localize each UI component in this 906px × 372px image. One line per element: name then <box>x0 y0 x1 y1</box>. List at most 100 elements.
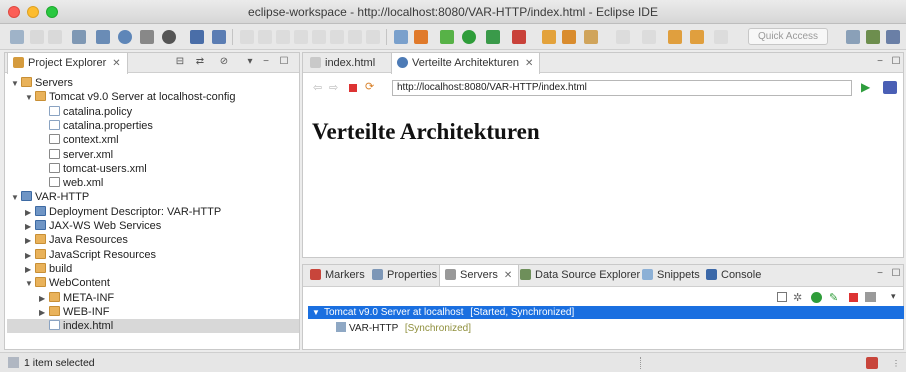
close-icon[interactable]: ✕ <box>504 270 512 281</box>
tree-item[interactable]: ▶ META-INF <box>39 291 114 305</box>
open-type-icon[interactable] <box>72 30 86 44</box>
tree-item[interactable]: ▼ WebContent <box>25 276 110 290</box>
quick-access-input[interactable]: Quick Access <box>748 28 828 45</box>
stop-server-icon[interactable] <box>849 293 858 302</box>
suspend-icon[interactable] <box>258 30 272 44</box>
maximize-icon[interactable]: ☐ <box>279 57 289 67</box>
close-icon[interactable]: ✕ <box>525 58 533 69</box>
tab-markers[interactable]: Markers <box>305 265 371 285</box>
globe-icon[interactable] <box>118 30 132 44</box>
expand-arrow-icon[interactable]: ▼ <box>11 77 21 91</box>
pointer-icon[interactable] <box>212 30 226 44</box>
filter-icon[interactable]: ⊘ <box>219 57 229 67</box>
view-menu-icon[interactable]: ▾ <box>245 57 255 67</box>
minimize-icon[interactable]: − <box>875 57 885 67</box>
run-icon[interactable] <box>462 30 476 44</box>
tree-item[interactable]: ▼ Servers <box>11 76 73 90</box>
collapse-all-icon[interactable]: ⊟ <box>175 57 185 67</box>
step-into-icon[interactable] <box>312 30 326 44</box>
debug-perspective-icon[interactable] <box>886 30 900 44</box>
maximize-icon[interactable]: ☐ <box>891 269 901 279</box>
java-ee-perspective-icon[interactable] <box>866 30 880 44</box>
forward-icon[interactable] <box>690 30 704 44</box>
tab-servers[interactable]: Servers ✕ <box>439 265 520 286</box>
terminate-icon[interactable] <box>276 30 290 44</box>
server-row-tomcat[interactable]: ▼ Tomcat v9.0 Server at localhost [Start… <box>308 306 904 319</box>
tree-item[interactable]: index.html <box>7 319 299 334</box>
forward-icon[interactable]: ⇨ <box>329 81 338 94</box>
tools-icon[interactable] <box>414 30 428 44</box>
status-menu-icon[interactable]: ⋮ <box>892 359 900 368</box>
resume-icon[interactable] <box>240 30 254 44</box>
tree-item[interactable]: catalina.properties <box>39 119 153 133</box>
minimize-icon[interactable]: − <box>261 57 271 67</box>
debug-server-icon[interactable]: ✲ <box>793 291 802 304</box>
new-icon[interactable] <box>10 30 24 44</box>
tab-properties[interactable]: Properties <box>367 265 443 285</box>
save-all-icon[interactable] <box>48 30 62 44</box>
tree-item[interactable]: tomcat-users.xml <box>39 162 147 176</box>
minimize-icon[interactable]: − <box>875 269 885 279</box>
collapse-arrow-icon[interactable]: ▶ <box>25 234 35 248</box>
tree-item[interactable]: ▶ Deployment Descriptor: VAR-HTTP <box>25 205 221 219</box>
collapse-arrow-icon[interactable]: ▶ <box>25 220 35 234</box>
monitor-icon[interactable] <box>190 30 204 44</box>
new-class-icon[interactable] <box>562 30 576 44</box>
tree-item[interactable]: server.xml <box>39 148 113 162</box>
tab-index-html[interactable]: index.html <box>305 53 381 73</box>
tree-item[interactable]: ▶ JavaScript Resources <box>25 248 156 262</box>
module-row-var-http[interactable]: VAR-HTTP [Synchronized] <box>336 322 471 335</box>
open-perspective-icon[interactable] <box>846 30 860 44</box>
eclipse-icon[interactable] <box>883 81 897 94</box>
disconnect-icon[interactable] <box>294 30 308 44</box>
tree-item[interactable]: ▶ JAX-WS Web Services <box>25 219 161 233</box>
tree-item[interactable]: ▼ VAR-HTTP <box>11 190 89 204</box>
tab-snippets[interactable]: Snippets <box>637 265 706 285</box>
view-menu-icon[interactable]: ▾ <box>891 291 896 302</box>
close-icon[interactable]: ✕ <box>112 58 120 69</box>
coverage-icon[interactable] <box>512 30 526 44</box>
new-package-icon[interactable] <box>542 30 556 44</box>
expand-arrow-icon[interactable]: ▼ <box>25 91 35 105</box>
maximize-icon[interactable]: ☐ <box>891 57 901 67</box>
search-icon[interactable] <box>140 30 154 44</box>
tree-item[interactable]: ▶ build <box>25 262 72 276</box>
collapse-arrow-icon[interactable]: ▶ <box>25 206 35 220</box>
back-icon[interactable] <box>668 30 682 44</box>
save-icon[interactable] <box>30 30 44 44</box>
publish-icon[interactable] <box>865 292 876 302</box>
tab-console[interactable]: Console <box>701 265 767 285</box>
bug-icon[interactable] <box>440 30 454 44</box>
collapse-arrow-icon[interactable]: ▶ <box>25 249 35 263</box>
tree-item[interactable]: ▼ Tomcat v9.0 Server at localhost-config <box>25 90 235 104</box>
expand-arrow-icon[interactable]: ▼ <box>25 277 35 291</box>
debug-icon[interactable] <box>96 30 110 44</box>
drop-to-frame-icon[interactable] <box>366 30 380 44</box>
tab-verteilte-architekturen[interactable]: Verteilte Architekturen ✕ <box>391 53 541 74</box>
previous-annotation-icon[interactable] <box>642 30 656 44</box>
tree-item[interactable]: context.xml <box>39 133 119 147</box>
pen-icon[interactable] <box>584 30 598 44</box>
start-server-icon[interactable] <box>811 292 822 303</box>
tab-project-explorer[interactable]: Project Explorer ✕ <box>7 53 128 74</box>
back-icon[interactable]: ⇦ <box>313 81 322 94</box>
tree-item[interactable]: ▶ Java Resources <box>25 233 128 247</box>
tree-item[interactable]: web.xml <box>39 176 103 190</box>
url-input[interactable]: http://localhost:8080/VAR-HTTP/index.htm… <box>392 80 852 96</box>
collapse-arrow-icon[interactable]: ▶ <box>39 292 49 306</box>
tab-data-source-explorer[interactable]: Data Source Explorer <box>515 265 646 285</box>
step-return-icon[interactable] <box>348 30 362 44</box>
collapse-icon[interactable] <box>777 292 787 302</box>
stop-icon[interactable] <box>349 84 357 92</box>
run-external-icon[interactable] <box>486 30 500 44</box>
tree-item[interactable]: ▶ WEB-INF <box>39 305 109 319</box>
profile-server-icon[interactable]: ✎ <box>829 291 838 304</box>
error-log-icon[interactable] <box>866 357 878 369</box>
expand-arrow-icon[interactable]: ▼ <box>312 306 320 319</box>
expand-arrow-icon[interactable]: ▼ <box>11 191 21 205</box>
nav-forward-icon[interactable] <box>714 30 728 44</box>
go-icon[interactable]: ▶ <box>861 80 870 94</box>
refresh-icon[interactable]: ⟳ <box>365 80 374 93</box>
step-over-icon[interactable] <box>330 30 344 44</box>
collapse-arrow-icon[interactable]: ▶ <box>39 306 49 320</box>
